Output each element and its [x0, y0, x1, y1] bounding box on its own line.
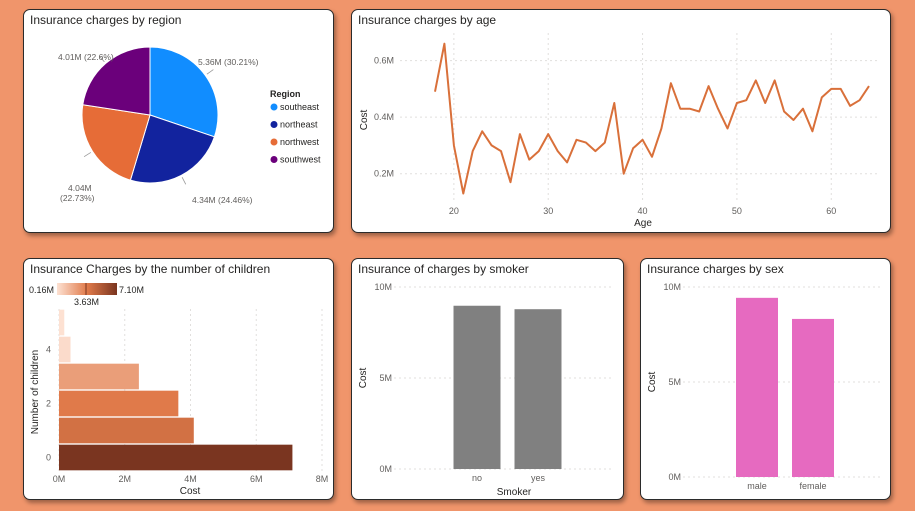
pie-data-label: 4.04M: [68, 183, 92, 193]
sex-bar-chart: 0M 5M 10M male female Cost: [647, 282, 881, 491]
region-pie-chart: 5.36M (30.21%) 4.34M (24.46%) 4.04M(22.73%…: [58, 46, 321, 205]
x-axis-title: Age: [634, 218, 652, 229]
y-axis-title: Number of children: [30, 350, 41, 434]
color-scale-bar: [57, 283, 117, 295]
y-tick-label: 5M: [668, 377, 681, 387]
legend-marker-northeast: [270, 121, 278, 128]
sex-card: Insurance charges by sex 0M 5M 10M male fema…: [640, 258, 891, 500]
y-tick-label: 0.6M: [374, 56, 394, 66]
y-axis-title: Cost: [647, 371, 658, 392]
sex-card-title: Insurance charges by sex: [647, 262, 784, 276]
legend-item-northeast[interactable]: northeast: [280, 120, 318, 130]
x-tick-label: no: [472, 473, 482, 483]
legend-marker-southeast: [270, 103, 278, 111]
series-line-cost[interactable]: [434, 42, 870, 195]
bar-children-4[interactable]: [59, 336, 71, 363]
smoker-card: Insurance of charges by smoker 0M 5M 10M no…: [351, 258, 624, 500]
x-axis-title: Smoker: [497, 487, 532, 498]
bar-no[interactable]: [453, 305, 501, 469]
x-tick-label: 20: [449, 206, 459, 216]
x-tick-label: female: [799, 481, 826, 491]
bar-children-1[interactable]: [59, 417, 194, 444]
x-tick-label: male: [747, 481, 767, 491]
children-bar-chart: 0.16M 7.10M 3.63M 0M 2M 4M 6M 8M 0 2 4 Cost Number o…: [29, 283, 329, 497]
children-card: Insurance Charges by the number of child…: [23, 258, 334, 500]
x-tick-label: 60: [826, 206, 836, 216]
region-card: Insurance charges by region 5.36M (30.21…: [23, 9, 334, 233]
legend-item-southwest[interactable]: southwest: [280, 155, 321, 165]
x-tick-label: 0M: [53, 474, 66, 484]
pie-data-label: 4.34M (24.46%): [192, 195, 253, 205]
x-axis-title: Cost: [180, 486, 201, 497]
legend-item-southeast[interactable]: southeast: [280, 102, 320, 112]
x-tick-label: 6M: [250, 474, 263, 484]
bar-male[interactable]: [736, 297, 778, 477]
y-tick-label: 0M: [379, 464, 392, 474]
age-line-chart: 0.2M 0.4M 0.6M 20 30 40 50 60 Age Cost: [359, 33, 877, 229]
y-tick-label: 4: [46, 345, 51, 355]
pie-leader-line: [181, 177, 187, 185]
pie-data-label: 5.36M (30.21%): [198, 57, 259, 67]
smoker-bar-chart: 0M 5M 10M no yes Smoker Cost: [358, 282, 614, 498]
y-tick-label: 0.2M: [374, 169, 394, 179]
x-tick-label: 50: [732, 206, 742, 216]
smoker-card-title: Insurance of charges by smoker: [358, 262, 529, 276]
age-card: Insurance charges by age 0.2M 0.4M 0.6M 20 3…: [351, 9, 891, 233]
legend-marker-northwest: [270, 138, 278, 146]
y-tick-label: 2: [46, 399, 51, 409]
y-tick-label: 5M: [379, 373, 392, 383]
x-tick-label: 2M: [118, 474, 131, 484]
region-card-title: Insurance charges by region: [30, 13, 182, 27]
bar-yes[interactable]: [514, 309, 562, 469]
y-axis-title: Cost: [359, 109, 370, 130]
y-axis-title: Cost: [358, 367, 369, 388]
x-tick-label: 4M: [184, 474, 197, 484]
pie-data-label: (22.73%): [60, 193, 95, 203]
color-scale-mid-label: 3.63M: [74, 297, 99, 307]
legend-item-northwest[interactable]: northwest: [280, 137, 320, 147]
x-tick-label: yes: [531, 473, 546, 483]
legend-title: Region: [270, 89, 301, 99]
bar-children-3[interactable]: [59, 363, 139, 390]
x-tick-label: 8M: [316, 474, 329, 484]
pie-data-label: 4.01M (22.6%): [58, 52, 114, 62]
y-tick-label: 10M: [374, 282, 392, 292]
color-scale-max-label: 7.10M: [119, 285, 144, 295]
bar-children-5[interactable]: [59, 309, 65, 336]
age-card-title: Insurance charges by age: [358, 13, 497, 27]
bar-female[interactable]: [792, 318, 834, 477]
legend-marker-southwest: [270, 156, 278, 163]
bar-children-2[interactable]: [59, 390, 179, 417]
x-tick-label: 30: [543, 206, 553, 216]
y-tick-label: 0M: [668, 472, 681, 482]
pie-leader-line: [83, 152, 92, 158]
children-card-title: Insurance Charges by the number of child…: [30, 262, 271, 276]
pie-leader-line: [206, 69, 214, 75]
x-tick-label: 40: [638, 206, 648, 216]
y-tick-label: 10M: [663, 282, 681, 292]
color-scale-min-label: 0.16M: [29, 285, 54, 295]
y-tick-label: 0.4M: [374, 112, 394, 122]
bar-children-0[interactable]: [59, 444, 293, 471]
y-tick-label: 0: [46, 453, 51, 463]
